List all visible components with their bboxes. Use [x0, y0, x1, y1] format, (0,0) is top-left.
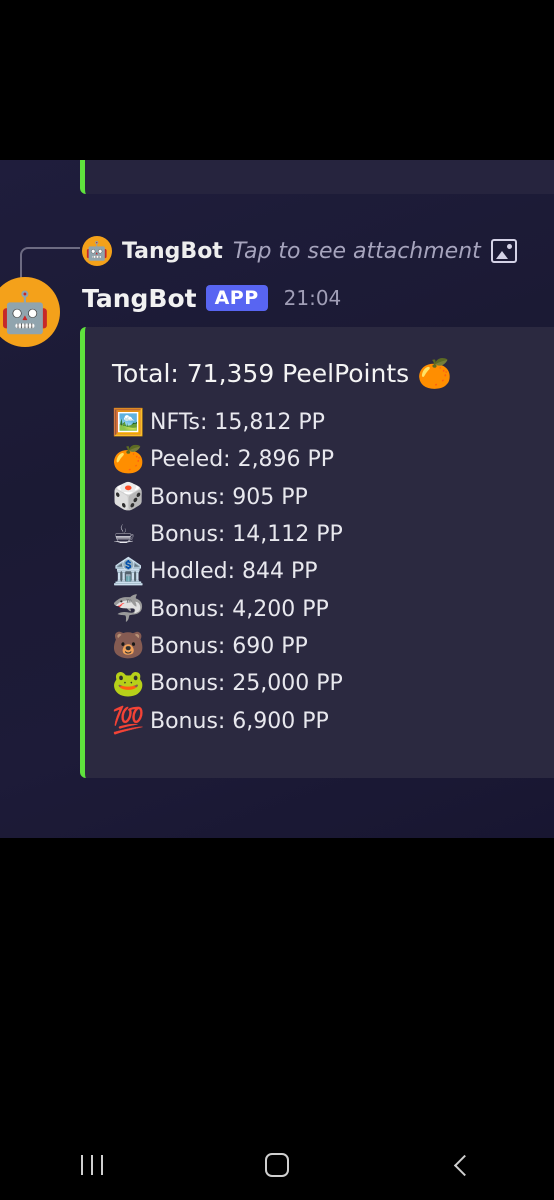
previous-embed — [80, 160, 554, 194]
line-text: Bonus: 4,200 PP — [150, 596, 329, 622]
list-item: 💯 Bonus: 6,900 PP — [112, 702, 554, 739]
bank-icon: 🏦 — [112, 556, 145, 587]
total-line: Total: 71,359 PeelPoints 🍊 — [112, 357, 554, 390]
avatar[interactable]: 🤖 — [0, 277, 60, 347]
frog-icon: 🐸 — [112, 668, 145, 699]
line-text: Bonus: 6,900 PP — [150, 708, 329, 734]
list-item: 🐻 Bonus: 690 PP — [112, 628, 554, 665]
list-item: 🦈 Bonus: 4,200 PP — [112, 590, 554, 627]
line-text: Bonus: 905 PP — [150, 484, 308, 510]
hundred-points-icon: 💯 — [112, 706, 145, 737]
list-item: 🍊 Peeled: 2,896 PP — [112, 441, 554, 478]
line-text: Peeled: 2,896 PP — [150, 447, 335, 473]
home-button[interactable] — [257, 1145, 297, 1185]
points-list: 🖼️ NFTs: 15,812 PP 🍊 Peeled: 2,896 PP 🎲 Bon… — [112, 404, 554, 740]
reply-attachment-hint: Tap to see attachment — [232, 238, 481, 264]
list-item: 🎲 Bonus: 905 PP — [112, 479, 554, 516]
image-attachment-icon — [490, 239, 517, 263]
list-item: 🐸 Bonus: 25,000 PP — [112, 665, 554, 702]
message-header: TangBot APP 21:04 — [82, 280, 341, 316]
reply-avatar: 🤖 — [82, 236, 112, 266]
reply-connector — [20, 247, 80, 279]
total-text: Total: 71,359 PeelPoints — [112, 359, 410, 388]
recents-button[interactable] — [72, 1145, 112, 1185]
chat-area: 🤖 TangBot Tap to see attachment 🤖 TangBo… — [0, 160, 554, 838]
reply-author: TangBot — [122, 238, 223, 264]
author-name[interactable]: TangBot — [82, 284, 197, 313]
orange-icon: 🍊 — [417, 357, 453, 390]
coffee-icon: ☕ — [112, 519, 136, 550]
reply-reference[interactable]: 🤖 TangBot Tap to see attachment — [82, 234, 517, 268]
line-text: Bonus: 690 PP — [150, 633, 308, 659]
line-text: Bonus: 14,112 PP — [150, 522, 343, 548]
list-item: ☕ Bonus: 14,112 PP — [112, 516, 554, 553]
back-icon — [454, 1154, 476, 1176]
framed-picture-icon: 🖼️ — [112, 407, 145, 438]
shark-icon: 🦈 — [112, 594, 145, 625]
dice-icon: 🎲 — [112, 482, 145, 513]
line-text: Bonus: 25,000 PP — [150, 671, 343, 697]
app-badge: APP — [205, 285, 268, 311]
orange-icon: 🍊 — [112, 444, 145, 475]
back-button[interactable] — [442, 1145, 482, 1185]
list-item: 🏦 Hodled: 844 PP — [112, 553, 554, 590]
points-embed: Total: 71,359 PeelPoints 🍊 🖼️ NFTs: 15,81… — [80, 327, 554, 778]
line-text: NFTs: 15,812 PP — [150, 410, 325, 436]
home-icon — [264, 1153, 289, 1177]
list-item: 🖼️ NFTs: 15,812 PP — [112, 404, 554, 441]
recents-icon — [81, 1155, 104, 1175]
system-navigation-bar — [0, 1135, 554, 1195]
message-timestamp: 21:04 — [283, 286, 342, 310]
bear-icon: 🐻 — [112, 631, 145, 662]
line-text: Hodled: 844 PP — [150, 559, 318, 585]
